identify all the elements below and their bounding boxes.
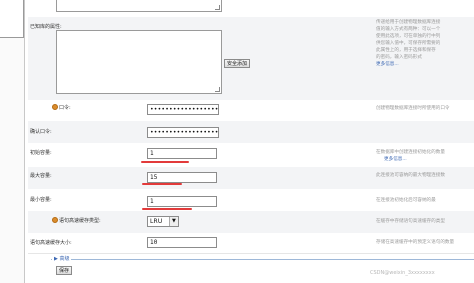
annotation-underline xyxy=(142,183,182,185)
left-panel xyxy=(0,0,25,283)
resize-handle[interactable] xyxy=(215,87,220,92)
resize-handle[interactable] xyxy=(215,5,220,10)
save-button[interactable]: 保存 xyxy=(56,266,72,275)
cache-size-field[interactable]: 10 xyxy=(147,237,217,248)
cache-size-label: 语句高速缓存大小: xyxy=(30,240,72,246)
desc-line: 在数据库中创建连接初始化的数量 xyxy=(376,150,445,155)
max-capacity-description: 此连接池可容纳的最大物理连接数 xyxy=(376,173,445,178)
password-description: 创建物理数据库连接时所使用的口令 xyxy=(376,106,450,111)
left-panel-frame xyxy=(0,0,24,38)
desc-line: 此属性上的，用于选择和保存 xyxy=(376,48,436,53)
top-textarea[interactable] xyxy=(56,0,222,12)
more-info-link[interactable]: 更多信息... xyxy=(376,156,472,163)
desc-line: 供您输入值中，可保存所需要的 xyxy=(376,41,441,46)
min-capacity-description: 在连接池初始化后可容纳的最 xyxy=(376,198,436,203)
min-capacity-field[interactable]: 1 xyxy=(147,196,217,207)
more-info-link[interactable]: 更多信息... xyxy=(376,61,472,68)
properties-label: 已知库的属性: xyxy=(30,24,62,30)
secure-add-button[interactable]: 安全添加 xyxy=(224,59,250,68)
chevron-down-icon[interactable]: ▼ xyxy=(169,217,178,226)
confirm-password-field[interactable]: •••••••••••••••••• xyxy=(147,127,219,138)
password-field[interactable]: •••••••••••••••••• xyxy=(147,104,219,115)
section-divider xyxy=(51,259,474,260)
initial-capacity-label: 初始容量: xyxy=(30,150,52,156)
confirm-row xyxy=(28,121,474,144)
desc-line: 传递给用于创建物理数据库连接 xyxy=(376,20,441,25)
max-capacity-label: 最大容量: xyxy=(30,173,52,179)
properties-textarea[interactable] xyxy=(56,30,222,94)
info-icon xyxy=(52,217,58,223)
cache-type-label: 语句高速缓存类型: xyxy=(59,218,101,224)
cache-type-value: LRU xyxy=(150,218,163,225)
desc-line: 的密码，输入密码形式 xyxy=(376,55,422,60)
max-capacity-field[interactable]: 15 xyxy=(147,172,217,183)
advanced-toggle[interactable]: ▶ 高级 xyxy=(52,255,72,262)
info-icon xyxy=(52,104,58,110)
advanced-label: 高级 xyxy=(59,256,70,262)
cache-type-select[interactable]: LRU ▼ xyxy=(147,216,179,227)
password-label: 口令: xyxy=(59,105,71,111)
cache-type-description: 在缓存中存储语句高速缓存的类型 xyxy=(376,219,445,224)
initial-capacity-description: 在数据库中创建连接初始化的数量 更多信息... xyxy=(376,149,472,163)
annotation-underline xyxy=(142,208,192,210)
desc-line: 使用此选项，可在单独的行中列 xyxy=(376,34,441,39)
annotation-underline xyxy=(141,161,189,163)
watermark: CSDN@weixin_3xxxxxxxx xyxy=(370,270,435,276)
properties-description: 传递给用于创建物理数据库连接 值的输入方式有两种：可以一个 使用此选项，可在单独… xyxy=(376,19,472,68)
initial-capacity-field[interactable]: 1 xyxy=(147,148,217,159)
min-capacity-label: 最小容量: xyxy=(30,197,52,203)
desc-line: 值的输入方式有两种：可以一个 xyxy=(376,27,441,32)
cache-size-description: 存储在高速缓存中的预定义语句的数量 xyxy=(376,240,455,245)
confirm-label: 确认口令: xyxy=(30,129,52,135)
